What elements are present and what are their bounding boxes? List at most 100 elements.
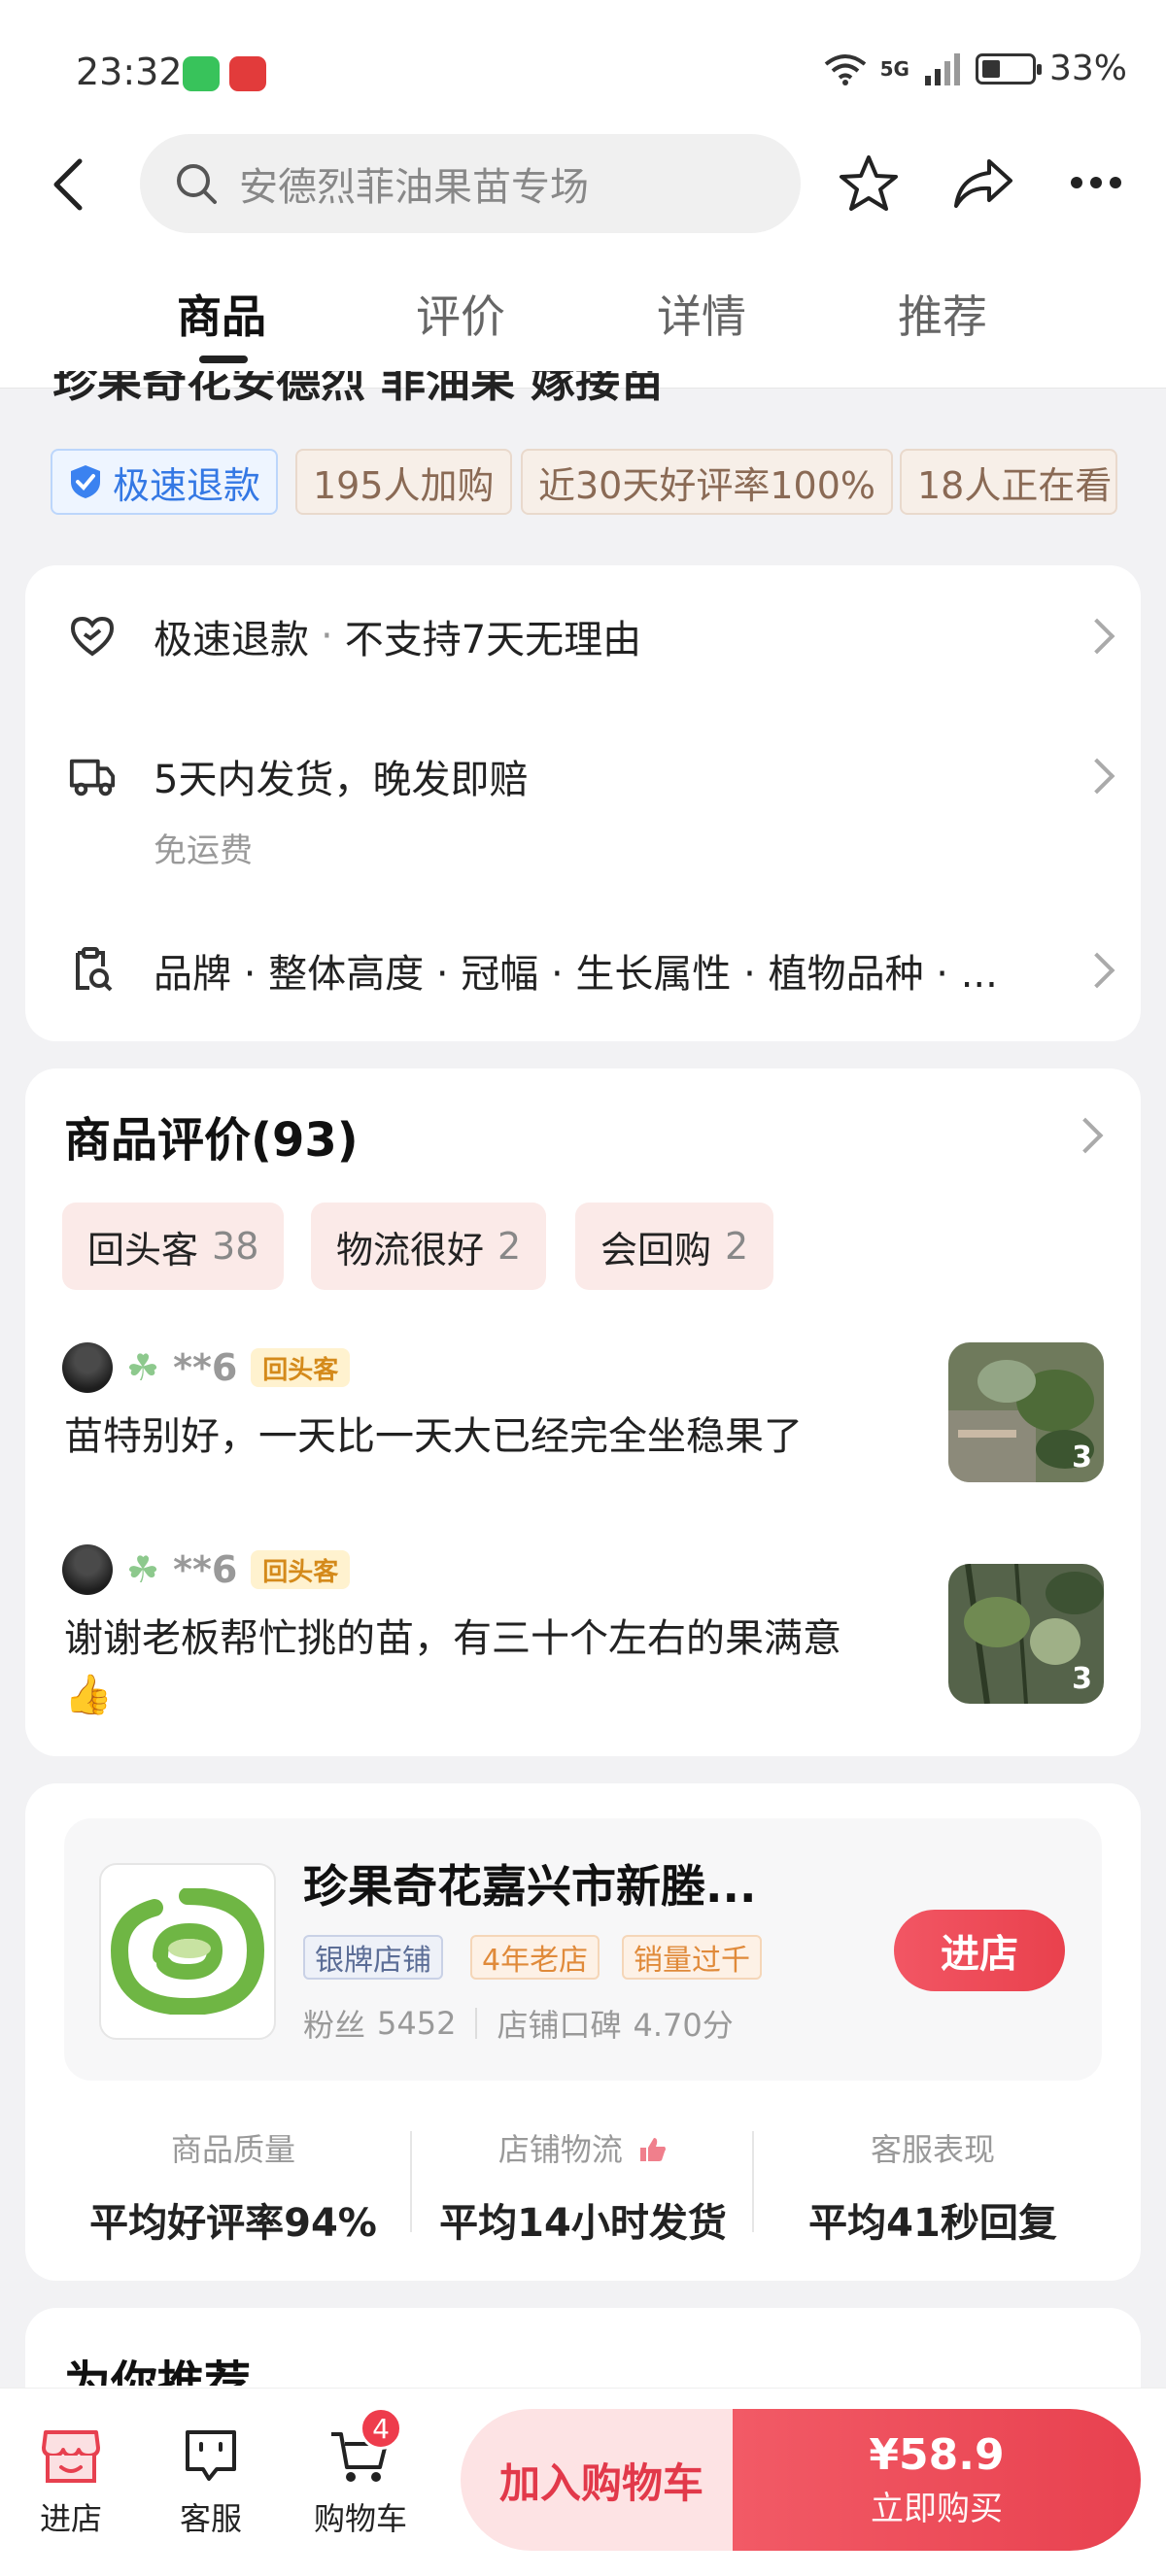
review-photo[interactable]: 3 bbox=[948, 1342, 1104, 1482]
price-label: ¥58.9 bbox=[869, 2430, 1005, 2480]
tab-recommend[interactable]: 推荐 bbox=[898, 282, 987, 346]
refund-label: 极速退款 bbox=[154, 618, 309, 662]
photo-count: 3 bbox=[1072, 1441, 1092, 1474]
reviews-title[interactable]: 商品评价(93) bbox=[64, 1102, 359, 1169]
reviewer-name: **6 bbox=[173, 1548, 238, 1591]
thumbs-up-emoji: 👍 bbox=[64, 1673, 113, 1717]
rating-label: 店铺口碑 bbox=[497, 2007, 622, 2044]
bottom-service-button[interactable]: 客服 bbox=[157, 2428, 264, 2539]
refund-separator: · bbox=[321, 614, 333, 659]
metric-value: 平均14小时发货 bbox=[439, 2201, 727, 2246]
review-chip-rebuy[interactable]: 会回购 2 bbox=[575, 1203, 774, 1290]
metric-value: 平均41秒回复 bbox=[808, 2201, 1057, 2246]
shipping-row[interactable]: 5天内发货，晚发即赔 bbox=[68, 742, 1117, 810]
shop-name[interactable]: 珍果奇花嘉兴市新塍... bbox=[303, 1851, 756, 1915]
thumbs-up-icon bbox=[640, 2138, 667, 2161]
favorite-star-icon[interactable] bbox=[838, 153, 900, 214]
photo-count: 3 bbox=[1072, 1662, 1092, 1696]
chat-service-icon bbox=[186, 2430, 236, 2481]
refund-row[interactable]: 极速退款 · 不支持7天无理由 bbox=[68, 602, 1117, 670]
product-title: 珍果奇花安德烈 菲油果 嫁接苗 bbox=[52, 371, 666, 407]
tab-reviews[interactable]: 评价 bbox=[416, 282, 505, 346]
review-text[interactable]: 苗特别好，一天比一天大已经完全坐稳果了 bbox=[64, 1408, 919, 1465]
review-photo[interactable]: 3 bbox=[948, 1564, 1104, 1704]
metric-service: 客服表现 平均41秒回复 bbox=[758, 2125, 1108, 2248]
status-time: 23:32 bbox=[76, 51, 183, 93]
tag-good-rate: 近30天好评率100% bbox=[521, 449, 893, 515]
tab-active-indicator bbox=[199, 356, 248, 363]
shipping-free-label: 免运费 bbox=[154, 831, 253, 870]
metric-value: 平均好评率94% bbox=[89, 2201, 377, 2246]
metric-label: 客服表现 bbox=[870, 2131, 995, 2168]
shield-check-icon bbox=[71, 465, 100, 498]
chip-count: 2 bbox=[497, 1225, 522, 1268]
review-text[interactable]: 谢谢老板帮忙挑的苗，有三十个左右的果满意 👍 bbox=[64, 1610, 919, 1723]
bottom-shop-button[interactable]: 进店 bbox=[17, 2428, 124, 2539]
battery-icon bbox=[975, 52, 1042, 85]
signal-icon bbox=[924, 52, 960, 85]
bottom-service-label: 客服 bbox=[179, 2500, 242, 2537]
review-chip-logistics[interactable]: 物流很好 2 bbox=[311, 1203, 547, 1290]
tag-fast-refund-label: 极速退款 bbox=[113, 463, 261, 507]
review-user-row: ☘ **6 回头客 bbox=[62, 1342, 351, 1393]
avatar bbox=[62, 1544, 113, 1595]
chip-label: 回头客 bbox=[87, 1228, 199, 1271]
xiaohongshu-icon bbox=[229, 56, 266, 91]
search-icon bbox=[177, 164, 217, 204]
tag-sales: 销量过千 bbox=[622, 1935, 762, 1980]
recommend-title: 为你推荐 bbox=[64, 2356, 252, 2386]
avatar bbox=[62, 1342, 113, 1393]
buy-now-label: 立即购买 bbox=[871, 2490, 1003, 2528]
repeat-customer-badge: 回头客 bbox=[251, 1550, 351, 1589]
fans-label: 粉丝 bbox=[303, 2007, 366, 2044]
chip-count: 2 bbox=[725, 1225, 749, 1268]
tab-bar bbox=[0, 243, 1166, 389]
chevron-right-icon bbox=[1079, 952, 1115, 989]
search-placeholder: 安德烈菲油果苗专场 bbox=[239, 165, 589, 210]
chip-label: 会回购 bbox=[600, 1228, 712, 1271]
review-chip-repeat[interactable]: 回头客 38 bbox=[62, 1203, 285, 1290]
buy-now-button[interactable]: ¥58.9 立即购买 bbox=[733, 2409, 1141, 2551]
refund-heart-icon bbox=[68, 612, 117, 661]
shop-logo[interactable] bbox=[99, 1863, 276, 2040]
metric-quality: 商品质量 平均好评率94% bbox=[58, 2125, 408, 2248]
search-box[interactable]: 安德烈菲油果苗专场 bbox=[140, 134, 801, 233]
clover-icon: ☘ bbox=[126, 1548, 160, 1591]
metric-logistics: 店铺物流 平均14小时发货 bbox=[408, 2125, 758, 2248]
store-icon bbox=[42, 2430, 100, 2483]
shop-stats: 粉丝 5452 店铺口碑 4.70分 bbox=[303, 2001, 734, 2046]
bottom-cart-button[interactable]: 购物车 bbox=[307, 2428, 414, 2539]
review-text-body: 谢谢老板帮忙挑的苗，有三十个左右的果满意 bbox=[64, 1616, 841, 1661]
params-label: 品牌 · 整体高度 · 冠幅 · 生长属性 · 植物品种 · ... bbox=[154, 952, 998, 997]
tag-fast-refund: 极速退款 bbox=[51, 449, 279, 515]
tag-viewing: 18人正在看 bbox=[900, 449, 1117, 515]
rating-value: 4.70分 bbox=[633, 2007, 734, 2044]
refund-note: 不支持7天无理由 bbox=[344, 618, 642, 662]
cart-count-badge: 4 bbox=[360, 2407, 402, 2450]
tab-product[interactable]: 商品 bbox=[177, 282, 266, 346]
more-icon[interactable] bbox=[1069, 175, 1123, 190]
chevron-right-icon bbox=[1079, 758, 1115, 795]
metric-divider bbox=[752, 2131, 754, 2232]
params-row[interactable]: 品牌 · 整体高度 · 冠幅 · 生长属性 · 植物品种 · ... bbox=[68, 936, 1117, 1004]
review-user-row: ☘ **6 回头客 bbox=[62, 1544, 351, 1595]
truck-icon bbox=[68, 752, 117, 800]
network-label: 5G bbox=[879, 56, 909, 81]
clipboard-search-icon bbox=[68, 946, 117, 995]
wechat-icon bbox=[183, 56, 220, 91]
battery-percent: 33% bbox=[1048, 49, 1127, 88]
tab-details[interactable]: 详情 bbox=[657, 282, 746, 346]
status-right: 5G 33% bbox=[824, 49, 1127, 88]
back-icon[interactable] bbox=[47, 155, 89, 214]
tag-years: 4年老店 bbox=[470, 1935, 600, 1980]
repeat-customer-badge: 回头客 bbox=[251, 1348, 351, 1387]
tag-added-cart: 195人加购 bbox=[295, 449, 512, 515]
share-icon[interactable] bbox=[952, 157, 1014, 210]
tag-silver-shop: 银牌店铺 bbox=[303, 1935, 443, 1980]
metric-label: 店铺物流 bbox=[408, 2125, 758, 2170]
stats-divider bbox=[475, 2008, 478, 2039]
enter-shop-button[interactable]: 进店 bbox=[894, 1910, 1065, 1991]
add-to-cart-button[interactable]: 加入购物车 bbox=[461, 2409, 742, 2551]
clover-icon: ☘ bbox=[126, 1346, 160, 1389]
shipping-label: 5天内发货，晚发即赔 bbox=[154, 758, 529, 802]
